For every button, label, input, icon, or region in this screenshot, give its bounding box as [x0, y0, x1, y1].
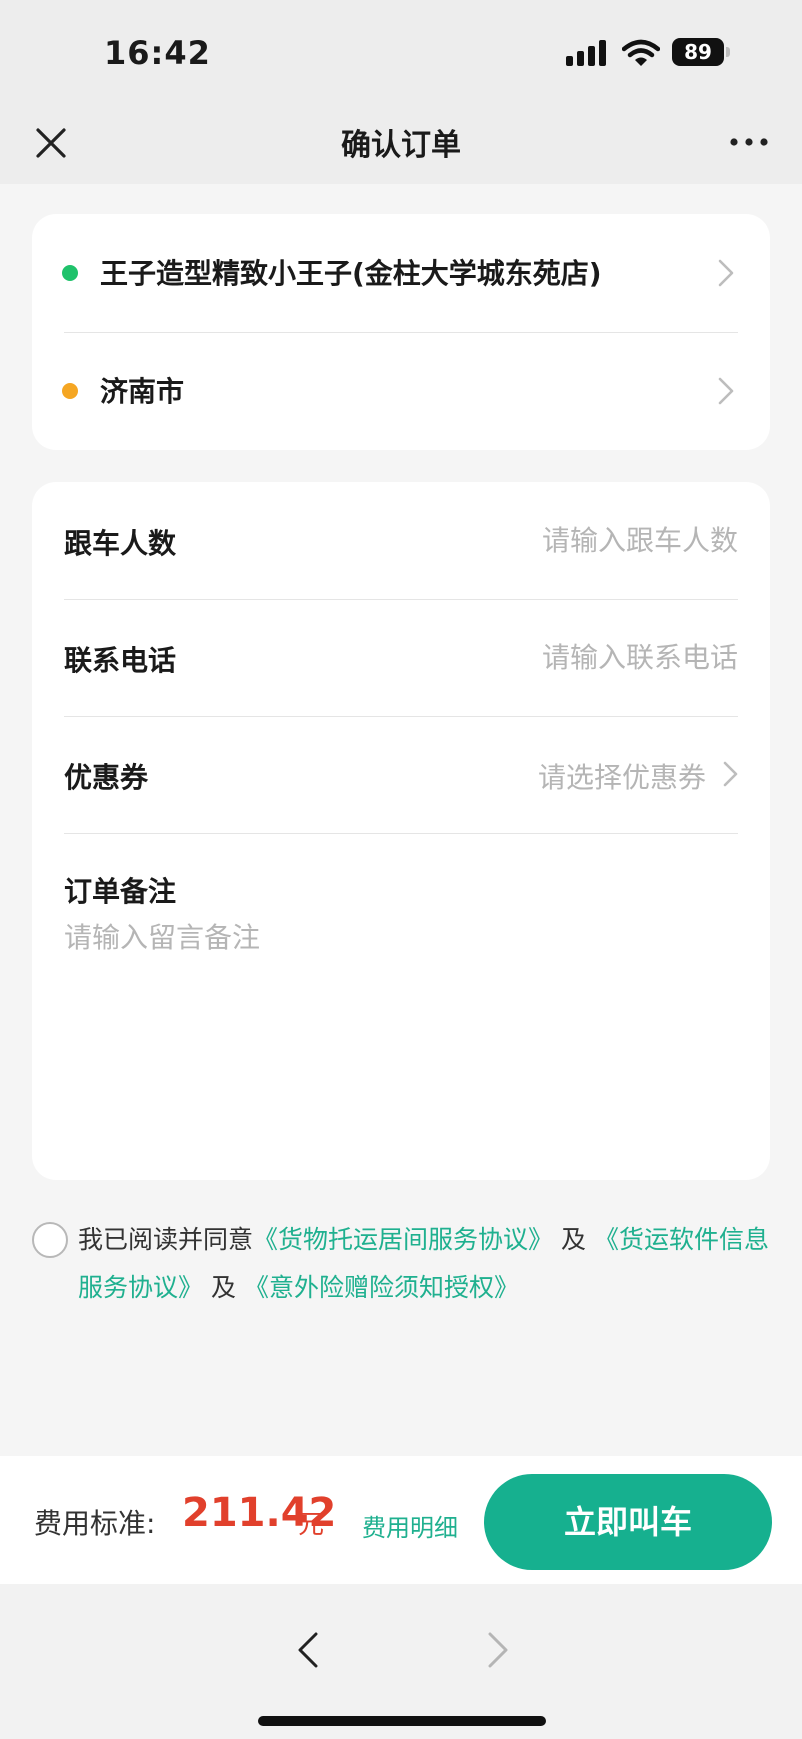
fee-detail-link[interactable]: 费用明细 [362, 1508, 458, 1543]
phone-row: 联系电话 [32, 599, 770, 716]
agreement-text: 我已阅读并同意《货物托运居间服务协议》 及 《货运软件信息服务协议》 及 《意外… [78, 1216, 778, 1312]
order-confirm-page: 16:42 89 确认订单 王子造型精致小王子(金柱大学城东苑店) 济南市 跟车… [0, 0, 802, 1739]
route-card: 王子造型精致小王子(金柱大学城东苑店) 济南市 [32, 214, 770, 450]
phone-input[interactable] [408, 635, 738, 679]
agreement-link-insurance[interactable]: 《意外险赠险须知授权》 [244, 1273, 519, 1302]
route-start[interactable]: 王子造型精致小王子(金柱大学城东苑店) [32, 214, 770, 332]
chevron-right-icon [723, 761, 738, 787]
forward-icon[interactable] [480, 1630, 516, 1670]
coupon-label: 优惠券 [64, 761, 149, 794]
agreement-link-freight[interactable]: 《货物托运居间服务协议》 [253, 1225, 553, 1254]
wifi-icon [622, 39, 660, 66]
chevron-right-icon [718, 377, 734, 405]
fee-unit: 元 [298, 1510, 325, 1540]
passengers-row: 跟车人数 [32, 482, 770, 599]
chevron-right-icon [718, 259, 734, 287]
nav-bar: 确认订单 [0, 100, 802, 184]
agreement-checkbox[interactable] [32, 1222, 68, 1258]
passengers-input[interactable] [408, 518, 738, 562]
note-label: 订单备注 [64, 875, 177, 908]
status-time: 16:42 [104, 34, 211, 72]
status-bar: 16:42 89 [0, 0, 802, 100]
browser-toolbar [0, 1584, 802, 1739]
agreement-and: 及 [560, 1225, 586, 1254]
phone-label: 联系电话 [64, 644, 177, 677]
end-dot-icon [62, 383, 78, 399]
more-icon[interactable] [726, 124, 772, 160]
fee-label: 费用标准: [34, 1507, 156, 1540]
back-icon[interactable] [290, 1630, 326, 1670]
route-end-text: 济南市 [100, 375, 185, 408]
start-dot-icon [62, 265, 78, 281]
home-indicator[interactable] [258, 1716, 546, 1726]
note-input[interactable] [64, 916, 738, 1146]
route-end[interactable]: 济南市 [32, 332, 770, 450]
call-car-button[interactable]: 立即叫车 [484, 1474, 772, 1570]
coupon-hint: 请选择优惠券 [537, 761, 706, 794]
coupon-row[interactable]: 优惠券 请选择优惠券 [32, 716, 770, 833]
passengers-label: 跟车人数 [64, 527, 177, 560]
page-title: 确认订单 [341, 128, 461, 163]
bottom-bar: 费用标准: 211.42 元 费用明细 立即叫车 [0, 1456, 802, 1584]
route-start-text: 王子造型精致小王子(金柱大学城东苑店) [100, 257, 602, 290]
battery-icon: 89 [672, 38, 724, 66]
divider [64, 833, 738, 834]
agreement-prefix: 我已阅读并同意 [78, 1225, 254, 1254]
order-form-card: 跟车人数 联系电话 优惠券 请选择优惠券 订单备注 [32, 482, 770, 1180]
agreement-and: 及 [210, 1273, 236, 1302]
signal-icon [566, 40, 608, 66]
battery-cap [726, 47, 730, 57]
